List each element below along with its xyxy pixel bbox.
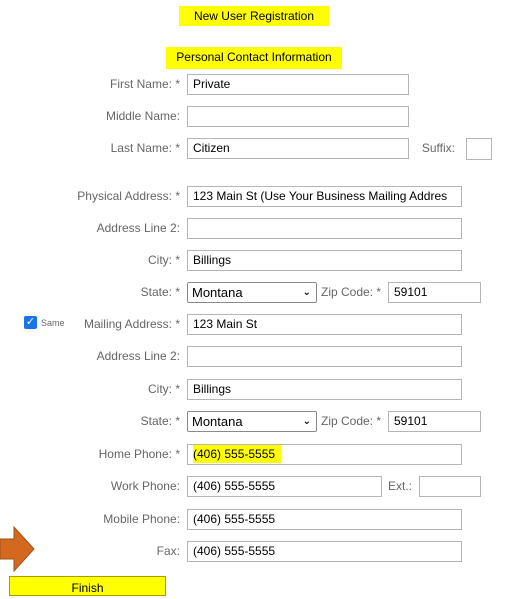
physical-state-value: Montana bbox=[192, 285, 243, 300]
fax-label: Fax: bbox=[156, 544, 180, 558]
home-phone-label: Home Phone: * bbox=[98, 447, 180, 461]
mailing-zip-label: Zip Code: * bbox=[321, 414, 382, 428]
physical-zip-field[interactable]: 59101 bbox=[388, 282, 481, 303]
mailing-address-line2-field[interactable] bbox=[187, 346, 462, 367]
chevron-down-icon: ⌄ bbox=[302, 287, 311, 298]
mailing-state-value: Montana bbox=[192, 414, 243, 429]
chevron-down-icon: ⌄ bbox=[302, 416, 311, 427]
middle-name-field[interactable] bbox=[187, 106, 409, 127]
finish-button[interactable]: Finish bbox=[9, 576, 166, 596]
mailing-address-field[interactable]: 123 Main St bbox=[187, 314, 462, 335]
last-name-label: Last Name: * bbox=[110, 141, 180, 155]
mailing-address-label: Mailing Address: * bbox=[83, 317, 180, 331]
page-title: New User Registration bbox=[179, 6, 329, 26]
arrow-right-icon bbox=[0, 525, 35, 573]
work-phone-field[interactable]: (406) 555-5555 bbox=[187, 476, 382, 497]
physical-zip-label: Zip Code: * bbox=[321, 285, 382, 299]
work-phone-label: Work Phone: bbox=[110, 479, 180, 493]
first-name-field[interactable]: Private bbox=[187, 74, 409, 95]
physical-state-select[interactable]: Montana ⌄ bbox=[187, 282, 317, 303]
mailing-state-label: State: * bbox=[140, 414, 180, 428]
ext-field[interactable] bbox=[419, 476, 481, 497]
home-phone-value: (406) 555-5555 bbox=[193, 445, 282, 463]
suffix-field[interactable] bbox=[466, 138, 492, 160]
suffix-label: Suffix: bbox=[421, 141, 455, 155]
fax-field[interactable]: (406) 555-5555 bbox=[187, 541, 462, 562]
mobile-phone-label: Mobile Phone: bbox=[103, 512, 180, 526]
physical-city-label: City: * bbox=[147, 253, 180, 267]
first-name-label: First Name: * bbox=[109, 77, 180, 91]
mailing-city-label: City: * bbox=[147, 382, 180, 396]
middle-name-label: Middle Name: bbox=[105, 109, 180, 123]
physical-state-label: State: * bbox=[140, 285, 180, 299]
physical-address-field[interactable]: 123 Main St (Use Your Business Mailing A… bbox=[187, 186, 462, 207]
mailing-zip-field[interactable]: 59101 bbox=[388, 411, 481, 432]
physical-city-field[interactable]: Billings bbox=[187, 250, 462, 271]
mailing-city-field[interactable]: Billings bbox=[187, 379, 462, 400]
same-address-checkbox[interactable]: ✓ bbox=[24, 316, 37, 329]
physical-address-line2-field[interactable] bbox=[187, 218, 462, 239]
section-title: Personal Contact Information bbox=[166, 47, 342, 69]
physical-address-label: Physical Address: * bbox=[77, 189, 180, 203]
mailing-address-line2-label: Address Line 2: bbox=[96, 349, 180, 363]
last-name-field[interactable]: Citizen bbox=[187, 138, 409, 159]
mobile-phone-field[interactable]: (406) 555-5555 bbox=[187, 509, 462, 530]
physical-address-line2-label: Address Line 2: bbox=[96, 221, 180, 235]
ext-label: Ext.: bbox=[388, 479, 413, 493]
mailing-state-select[interactable]: Montana ⌄ bbox=[187, 411, 317, 432]
home-phone-field[interactable]: (406) 555-5555 bbox=[187, 444, 462, 465]
